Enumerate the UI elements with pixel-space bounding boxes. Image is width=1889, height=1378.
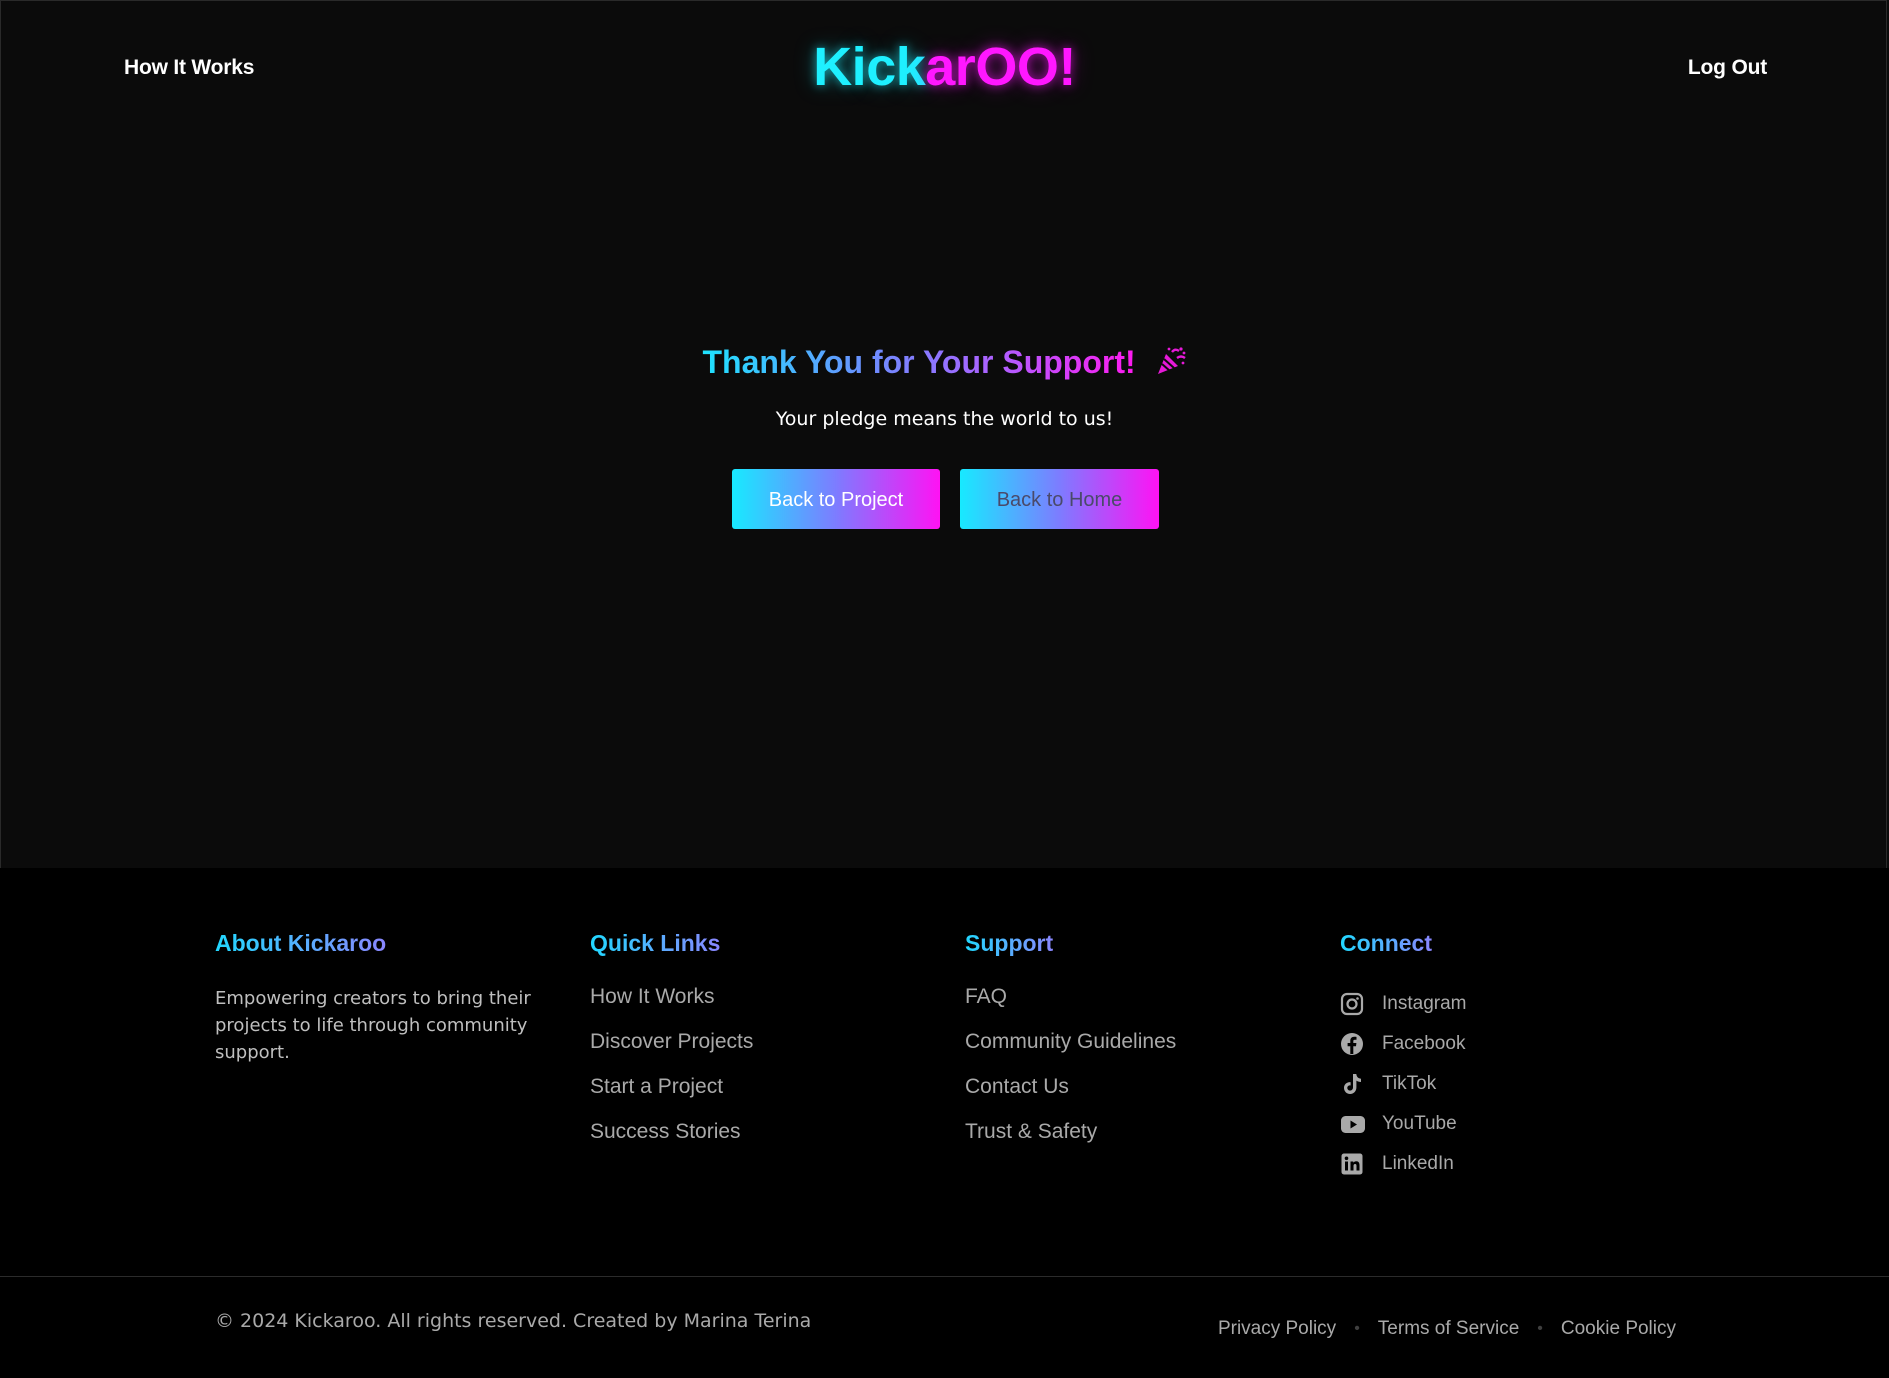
about-text: Empowering creators to bring their proje… <box>215 988 531 1063</box>
footer-link-community-guidelines[interactable]: Community Guidelines <box>965 1030 1176 1075</box>
social-label: Instagram <box>1382 993 1467 1014</box>
thank-you-title-text: Thank You for Your Support! <box>702 344 1136 380</box>
footer-about-column: About Kickaroo Empowering creators to br… <box>215 930 555 1066</box>
thank-you-heading: Thank You for Your Support! <box>0 344 1889 384</box>
youtube-icon <box>1340 1112 1365 1136</box>
social-label: LinkedIn <box>1382 1153 1454 1174</box>
log-out-link[interactable]: Log Out <box>1688 56 1767 80</box>
main-content: Thank You for Your Support! Your pledge … <box>0 140 1889 868</box>
logo-part-aroo: arOO! <box>925 37 1076 97</box>
pledge-message: Your pledge means the world to us! <box>775 408 1114 430</box>
footer-link-trust-safety[interactable]: Trust & Safety <box>965 1120 1176 1165</box>
copyright-text: © 2024 Kickaroo. All rights reserved. Cr… <box>215 1310 812 1332</box>
instagram-icon <box>1340 992 1364 1016</box>
footer-connect-column: Connect Instagram Facebook TikTok YouTub… <box>1340 930 1466 1187</box>
social-label: TikTok <box>1382 1073 1437 1094</box>
footer-quick-links-column: Quick Links How It Works Discover Projec… <box>590 930 753 1165</box>
social-link-linkedin[interactable]: LinkedIn <box>1340 1141 1466 1187</box>
footer-link-faq[interactable]: FAQ <box>965 985 1176 1030</box>
site-header: How It Works KickarOO! Log Out <box>0 0 1889 140</box>
about-heading: About Kickaroo <box>215 930 387 956</box>
privacy-policy-link[interactable]: Privacy Policy <box>1218 1318 1336 1340</box>
legal-links: Privacy Policy • Terms of Service • Cook… <box>1218 1318 1676 1340</box>
party-popper-icon <box>1155 346 1187 384</box>
support-heading: Support <box>965 930 1054 956</box>
separator-dot: • <box>1537 1320 1543 1337</box>
back-to-project-button[interactable]: Back to Project <box>732 469 940 529</box>
facebook-icon <box>1340 1032 1364 1056</box>
linkedin-icon <box>1340 1152 1364 1176</box>
footer-link-success-stories[interactable]: Success Stories <box>590 1120 753 1165</box>
tiktok-icon <box>1340 1072 1364 1096</box>
terms-of-service-link[interactable]: Terms of Service <box>1378 1318 1519 1340</box>
footer-link-how-it-works[interactable]: How It Works <box>590 985 753 1030</box>
social-label: Facebook <box>1382 1033 1466 1054</box>
footer-link-discover-projects[interactable]: Discover Projects <box>590 1030 753 1075</box>
footer-link-contact-us[interactable]: Contact Us <box>965 1075 1176 1120</box>
logo-part-kick: Kick <box>813 37 926 97</box>
social-label: YouTube <box>1382 1113 1457 1134</box>
separator-dot: • <box>1354 1320 1360 1337</box>
back-to-home-button[interactable]: Back to Home <box>960 469 1159 529</box>
quick-links-heading: Quick Links <box>590 930 721 956</box>
cookie-policy-link[interactable]: Cookie Policy <box>1561 1318 1676 1340</box>
site-footer: About Kickaroo Empowering creators to br… <box>0 868 1889 1378</box>
footer-divider <box>0 1276 1889 1277</box>
footer-support-column: Support FAQ Community Guidelines Contact… <box>965 930 1176 1165</box>
connect-heading: Connect <box>1340 930 1432 956</box>
footer-link-start-project[interactable]: Start a Project <box>590 1075 753 1120</box>
site-logo[interactable]: KickarOO! <box>0 36 1889 98</box>
